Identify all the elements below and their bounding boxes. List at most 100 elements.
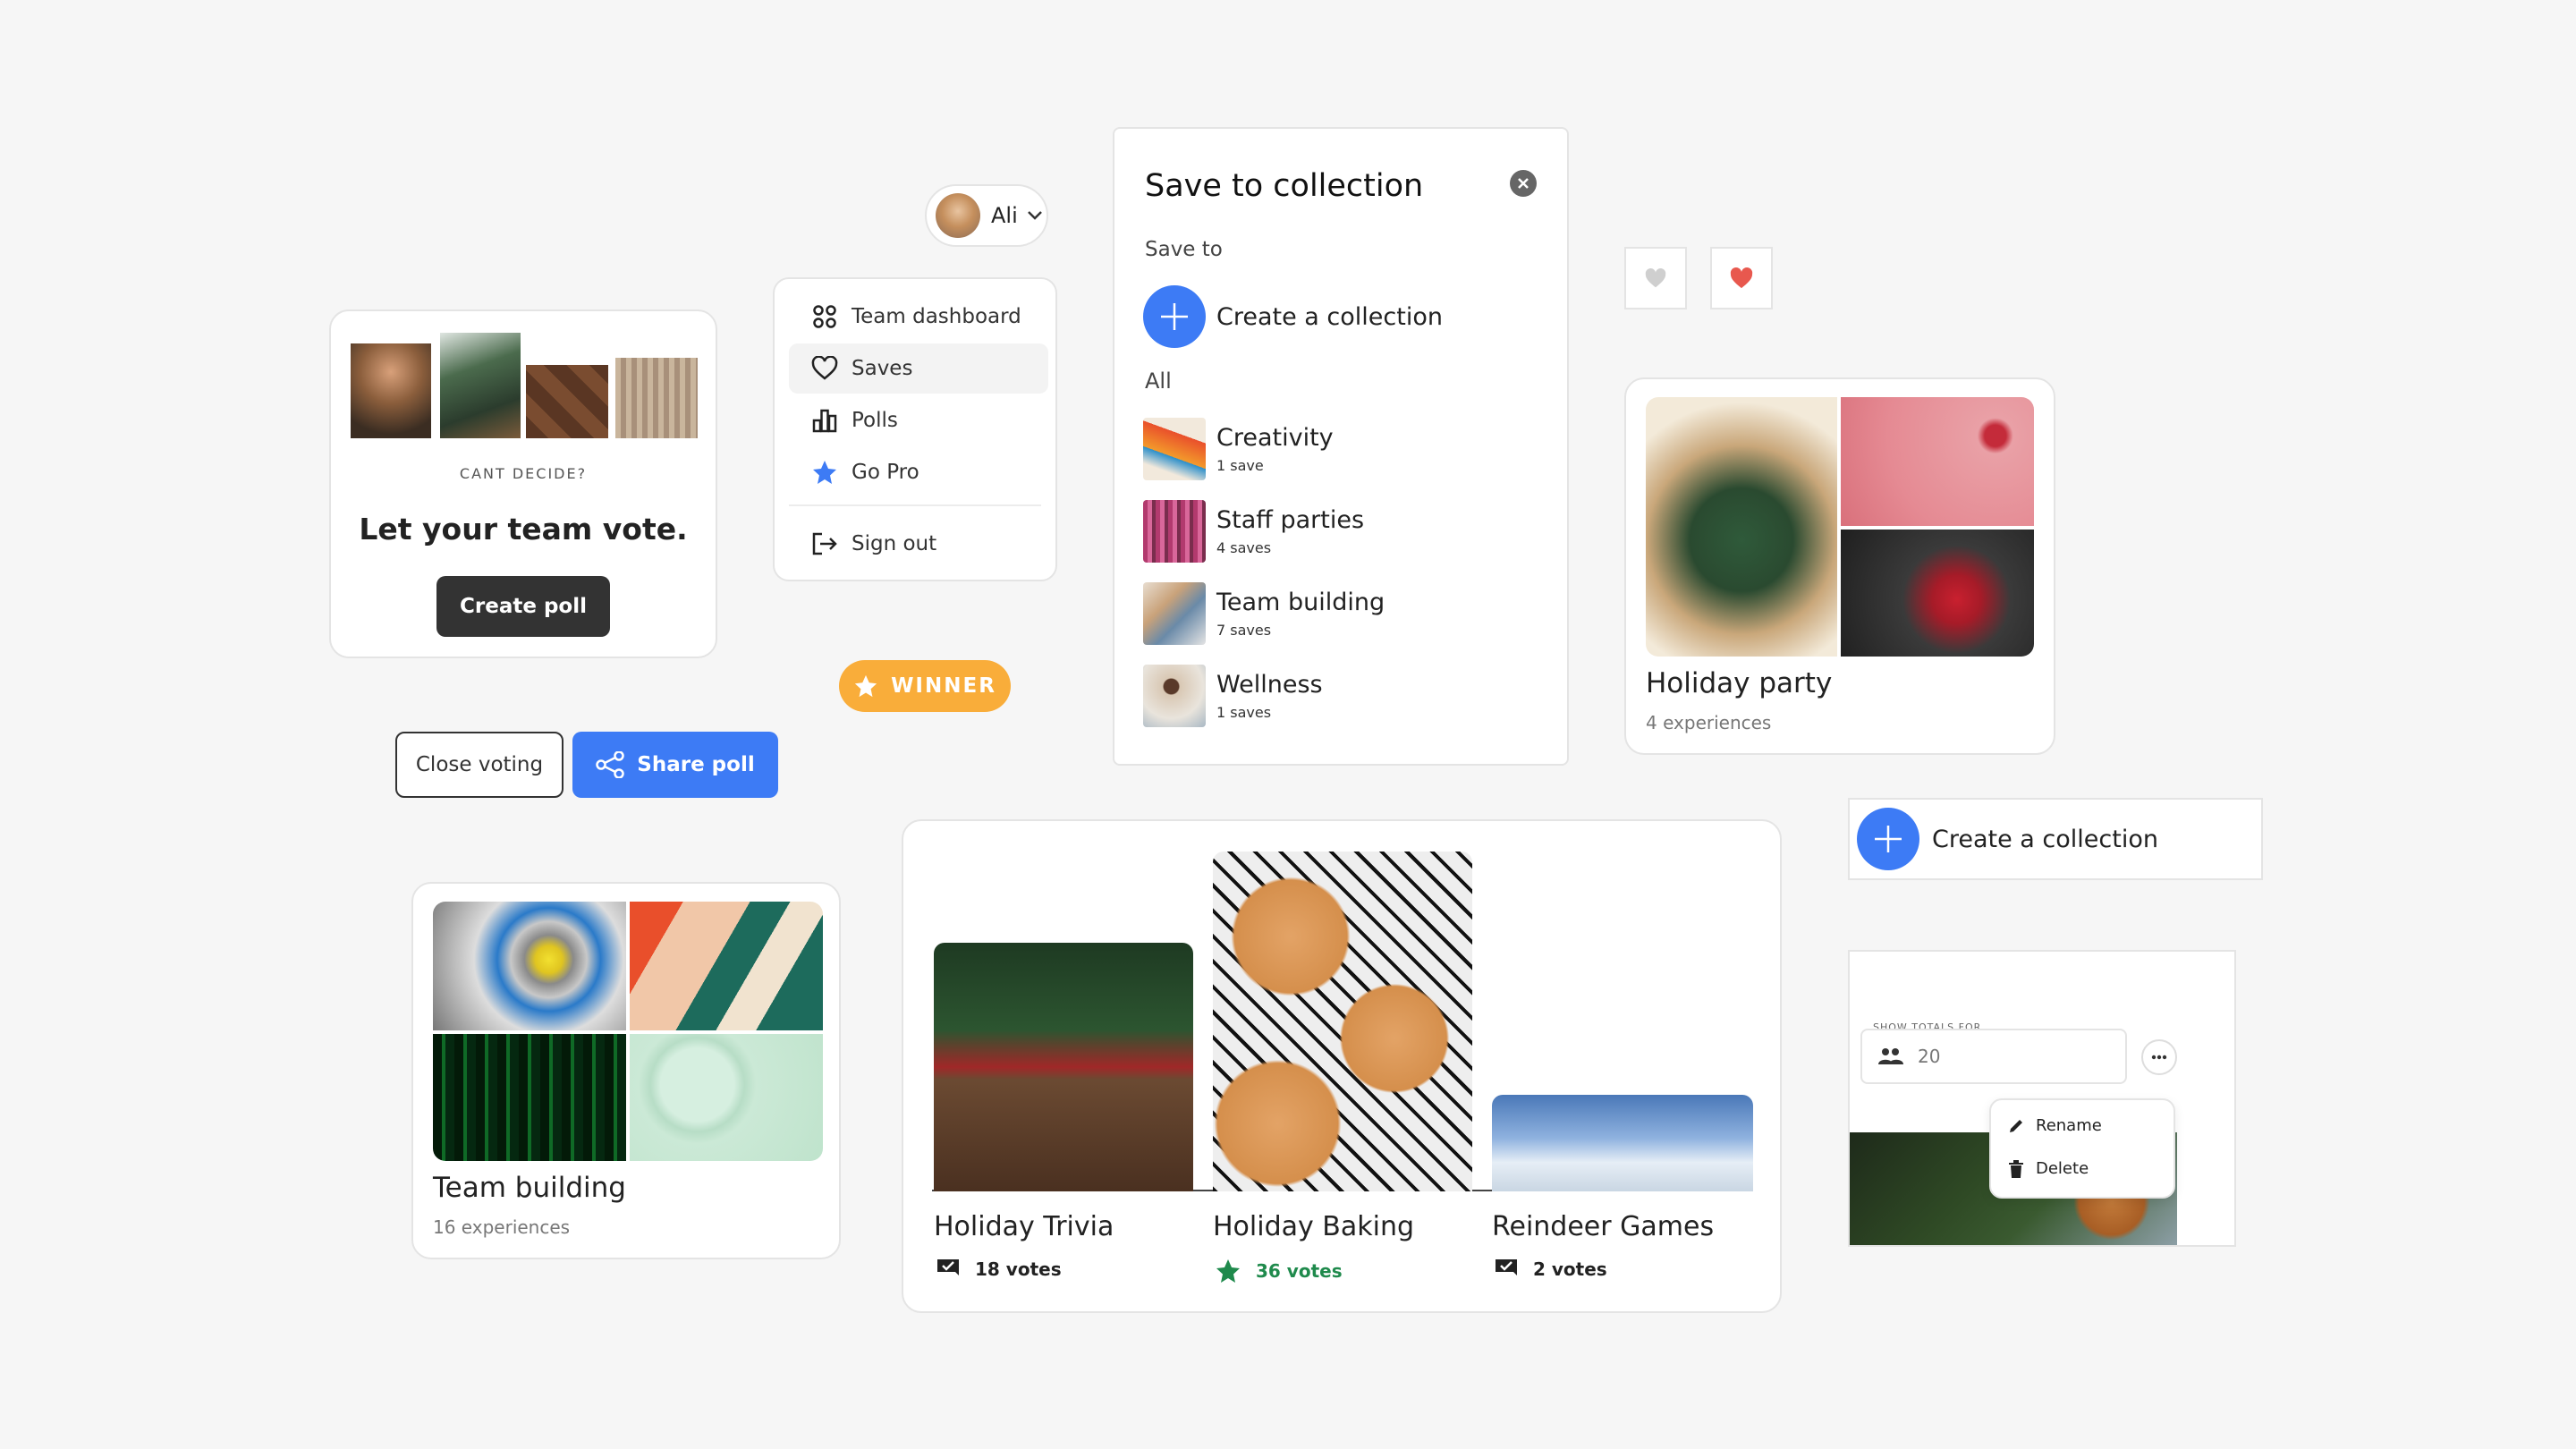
votes-label: 36 votes <box>1256 1260 1343 1282</box>
option-votes: 2 votes <box>1494 1258 1607 1281</box>
all-label: All <box>1145 369 1172 394</box>
collection-image <box>433 902 626 1030</box>
modal-title: Save to collection <box>1145 168 1424 204</box>
team-building-card[interactable]: Team building 16 experiences <box>411 882 841 1259</box>
collection-subtitle: 16 experiences <box>433 1216 571 1238</box>
create-collection-button[interactable]: Create a collection <box>1848 798 2263 880</box>
user-menu: Team dashboard Saves Polls Go Pro Sign o… <box>773 277 1057 581</box>
collection-count: 4 saves <box>1216 539 1272 556</box>
plus-icon <box>1143 285 1206 348</box>
menu-item-polls[interactable]: Polls <box>789 395 1048 445</box>
menu-item-label: Team dashboard <box>852 305 1021 328</box>
option-image-holiday-trivia <box>934 943 1193 1191</box>
trash-icon <box>2009 1159 2023 1178</box>
collection-item-wellness[interactable]: Wellness 1 saves <box>1143 660 1323 732</box>
star-icon <box>807 459 843 486</box>
users-icon <box>1878 1046 1903 1066</box>
heart-icon <box>1644 267 1667 289</box>
promo-headline: Let your team vote. <box>359 512 688 547</box>
collection-subtitle: 4 experiences <box>1646 712 1772 733</box>
collection-thumbnail <box>1143 500 1206 563</box>
votes-label: 18 votes <box>975 1258 1062 1280</box>
option-votes: 18 votes <box>936 1258 1062 1281</box>
menu-divider <box>789 504 1041 506</box>
promo-image-1 <box>351 343 431 438</box>
like-button[interactable] <box>1710 247 1773 309</box>
menu-item-label: Go Pro <box>852 461 919 484</box>
collection-item-creativity[interactable]: Creativity 1 save <box>1143 413 1334 485</box>
menu-item-team-dashboard[interactable]: Team dashboard <box>789 292 1048 342</box>
profile-menu-toggle[interactable]: Ali <box>925 184 1048 247</box>
sign-out-icon <box>807 531 843 556</box>
profile-name: Ali <box>991 203 1018 228</box>
promo-image-3 <box>526 365 608 438</box>
collection-count: 1 save <box>1216 457 1264 474</box>
collection-count: 7 saves <box>1216 622 1272 639</box>
share-poll-button[interactable]: Share poll <box>572 732 778 798</box>
option-title: Holiday Baking <box>1213 1211 1415 1242</box>
collection-image <box>1646 397 1837 657</box>
rename-menu-item[interactable]: Rename <box>2007 1116 2102 1135</box>
promo-image-4 <box>615 358 698 438</box>
ballot-icon <box>936 1258 961 1281</box>
collection-item-team-building[interactable]: Team building 7 saves <box>1143 578 1385 649</box>
collection-image <box>630 902 823 1030</box>
option-title: Reindeer Games <box>1492 1211 1715 1242</box>
collection-count: 1 saves <box>1216 704 1272 721</box>
create-collection-label: Create a collection <box>1216 302 1443 331</box>
heart-icon <box>1729 267 1754 290</box>
collection-name: Staff parties <box>1216 506 1365 534</box>
collection-name: Creativity <box>1216 424 1334 452</box>
heart-icon <box>807 356 843 381</box>
star-icon <box>1215 1258 1241 1284</box>
collection-title: Team building <box>433 1172 626 1204</box>
close-voting-button[interactable]: Close voting <box>395 732 564 798</box>
totals-select[interactable]: 20 <box>1860 1029 2127 1084</box>
collection-image <box>433 1034 626 1161</box>
collection-title: Holiday party <box>1646 667 1833 699</box>
menu-item-go-pro[interactable]: Go Pro <box>789 447 1048 497</box>
share-poll-label: Share poll <box>637 753 755 776</box>
collection-thumbnail <box>1143 665 1206 727</box>
menu-item-label: Saves <box>852 357 913 380</box>
save-to-collection-modal: Save to collection Save to Create a coll… <box>1113 127 1569 766</box>
option-image-reindeer-games <box>1492 1095 1753 1191</box>
share-icon <box>596 751 625 778</box>
collection-image <box>1841 530 2034 657</box>
menu-item-label: Polls <box>852 409 898 432</box>
create-collection-label: Create a collection <box>1932 825 2158 853</box>
votes-label: 2 votes <box>1533 1258 1607 1280</box>
close-icon[interactable] <box>1510 170 1537 197</box>
winner-badge: WINNER <box>839 660 1011 712</box>
option-votes: 36 votes <box>1215 1258 1343 1284</box>
context-menu: Rename Delete <box>1989 1098 2175 1199</box>
menu-item-label: Sign out <box>852 532 937 555</box>
promo-eyebrow: CANT DECIDE? <box>459 465 588 482</box>
totals-panel: SHOW TOTALS FOR... 20 Rename Delete <box>1848 950 2236 1247</box>
menu-item-saves[interactable]: Saves <box>789 343 1048 394</box>
more-icon <box>2151 1055 2167 1060</box>
ballot-icon <box>1494 1258 1519 1281</box>
create-collection-row[interactable]: Create a collection <box>1143 284 1443 349</box>
option-image-holiday-baking <box>1213 852 1472 1191</box>
rename-label: Rename <box>2036 1116 2102 1135</box>
pencil-icon <box>2007 1117 2025 1135</box>
delete-menu-item[interactable]: Delete <box>2009 1159 2089 1178</box>
grid-icon <box>807 304 843 329</box>
totals-value: 20 <box>1918 1046 1941 1067</box>
collection-name: Team building <box>1216 589 1385 616</box>
create-poll-button[interactable]: Create poll <box>436 576 610 637</box>
collection-image <box>1841 397 2034 526</box>
option-title: Holiday Trivia <box>934 1211 1114 1242</box>
collection-thumbnail <box>1143 582 1206 645</box>
holiday-party-card[interactable]: Holiday party 4 experiences <box>1624 377 2055 755</box>
poll-results-card: Holiday Trivia 18 votes Holiday Baking 3… <box>902 819 1782 1313</box>
more-options-button[interactable] <box>2141 1039 2177 1075</box>
save-to-label: Save to <box>1145 238 1223 261</box>
unlike-button[interactable] <box>1624 247 1687 309</box>
winner-label: WINNER <box>891 674 996 698</box>
collection-item-staff-parties[interactable]: Staff parties 4 saves <box>1143 496 1364 567</box>
poll-promo-card: CANT DECIDE? Let your team vote. Create … <box>329 309 717 658</box>
menu-item-sign-out[interactable]: Sign out <box>789 519 1048 569</box>
delete-label: Delete <box>2036 1159 2089 1178</box>
